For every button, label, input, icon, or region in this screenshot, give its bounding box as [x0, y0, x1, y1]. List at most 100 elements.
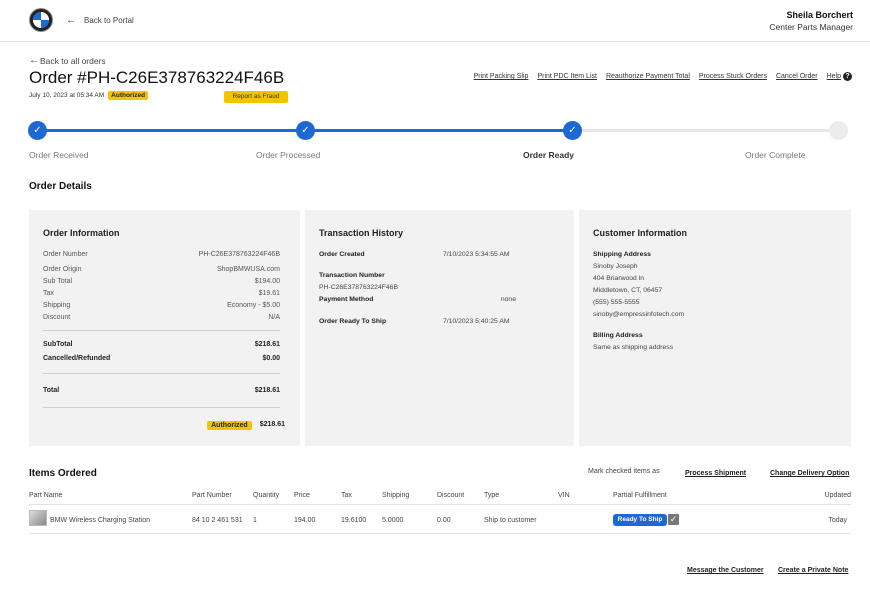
step-complete-pending-icon — [829, 121, 848, 140]
create-private-note-link[interactable]: Create a Private Note — [778, 567, 848, 574]
customer-information-title: Customer Information — [593, 228, 688, 238]
payment-method-label: Payment Method — [319, 296, 374, 303]
column-header-shipping: Shipping — [382, 492, 410, 499]
arrow-left-icon: ← — [66, 15, 76, 26]
item-checkbox[interactable]: ✓ — [668, 514, 679, 525]
info-value: Economy - $5.00 — [227, 302, 280, 309]
bmw-logo-icon[interactable] — [29, 8, 53, 32]
info-row: Tax $19.61 — [43, 290, 280, 297]
cell-type: Ship to customer — [484, 517, 537, 524]
table-header-divider — [29, 504, 851, 505]
reauthorize-payment-link[interactable]: Reauthorize Payment Total — [606, 73, 690, 80]
back-to-portal-link[interactable]: ← Back to Portal — [66, 15, 134, 26]
info-label: Discount — [43, 314, 71, 321]
info-row: Discount N/A — [43, 314, 280, 321]
cell-price: 194.00 — [294, 517, 316, 524]
order-actions: Print Packing Slip Print PDC Item List R… — [474, 72, 852, 81]
shipping-address-label: Shipping Address — [593, 251, 651, 258]
column-header-updated: Updated — [824, 492, 851, 499]
cell-part-name[interactable]: BMW Wireless Charging Station — [50, 517, 150, 524]
progress-line-pending — [573, 129, 838, 132]
report-fraud-button[interactable]: Report as Fraud — [224, 91, 288, 103]
cancel-order-link[interactable]: Cancel Order — [776, 73, 818, 80]
status-badge: Authorized — [108, 91, 149, 100]
help-icon: ? — [843, 72, 852, 81]
order-information-panel: Order Information Order Number PH-C26E378… — [29, 210, 300, 446]
step-ready-check-icon: ✓ — [563, 121, 582, 140]
order-created-value: 7/10/2023 5:34:55 AM — [443, 251, 510, 258]
step-label-complete: Order Complete — [745, 150, 806, 160]
order-details-title: Order Details — [29, 181, 92, 192]
product-thumbnail — [29, 510, 47, 526]
info-label: Order Origin — [43, 266, 82, 273]
info-label: Tax — [43, 290, 54, 297]
subtotal-value: $218.61 — [254, 341, 280, 348]
info-label: Sub Total — [43, 278, 73, 285]
subtotal-label: SubTotal — [43, 341, 73, 348]
step-received-check-icon: ✓ — [28, 121, 47, 140]
cancelled-label: Cancelled/Refunded — [43, 355, 111, 362]
process-shipment-link[interactable]: Process Shipment — [685, 470, 746, 477]
order-information-title: Order Information — [43, 228, 120, 238]
change-delivery-option-link[interactable]: Change Delivery Option — [770, 470, 849, 477]
divider — [43, 373, 280, 374]
customer-phone: (555) 555-5555 — [593, 299, 640, 306]
cell-tax: 19.6100 — [341, 517, 367, 524]
top-bar: ← Back to Portal Sheila Borchert Center … — [0, 0, 870, 42]
total-value: $218.61 — [254, 387, 280, 394]
info-row: Order Origin ShopBMWUSA.com — [43, 266, 280, 273]
order-ready-value: 7/10/2023 5:40:25 AM — [443, 318, 510, 325]
divider — [43, 407, 280, 408]
column-header-vin: VIN — [558, 492, 570, 499]
cell-discount: 0.00 — [437, 517, 451, 524]
help-label: Help — [826, 73, 841, 80]
divider — [43, 330, 280, 331]
print-pdc-item-list-link[interactable]: Print PDC Item List — [537, 73, 597, 80]
transaction-history-title: Transaction History — [319, 228, 404, 238]
info-value: ShopBMWUSA.com — [216, 266, 280, 273]
payment-method-value: none — [500, 296, 516, 303]
back-to-orders-link[interactable]: ← Back to all orders — [29, 55, 106, 66]
print-packing-slip-link[interactable]: Print Packing Slip — [474, 73, 529, 80]
order-ready-label: Order Ready To Ship — [319, 318, 387, 325]
authorized-amount: $218.61 — [259, 421, 285, 428]
info-value: $194.00 — [254, 278, 280, 285]
transaction-number-value: PH-C26E378763224F46B — [319, 284, 398, 291]
authorized-row: Authorized $218.61 — [43, 421, 285, 430]
transaction-number-label: Transaction Number — [319, 272, 385, 279]
customer-information-panel: Customer Information Shipping Address Si… — [579, 210, 851, 446]
subtotal-row: SubTotal $218.61 — [43, 341, 280, 348]
customer-street: 404 Briarwood ln — [593, 275, 645, 282]
cancelled-row: Cancelled/Refunded $0.00 — [43, 355, 280, 362]
customer-name: Sinoby Joseph — [593, 263, 638, 270]
customer-city: Middletown, CT, 06457 — [593, 287, 663, 294]
info-label: Shipping — [43, 302, 71, 309]
transaction-history-panel: Transaction History Order Created 7/10/2… — [305, 210, 574, 446]
cell-part-number: 84 10 2 461 531 — [192, 517, 243, 524]
cell-quantity: 1 — [253, 517, 257, 524]
items-ordered-title: Items Ordered — [29, 468, 97, 479]
customer-email: sinoby@empressinfotech.com — [593, 311, 685, 318]
step-label-received: Order Received — [29, 150, 89, 160]
order-date: July 10, 2023 at 05:34 AM — [29, 92, 105, 99]
column-header-type: Type — [484, 492, 500, 499]
column-header-quantity: Quantity — [253, 492, 280, 499]
step-processed-check-icon: ✓ — [296, 121, 315, 140]
table-row-divider — [29, 533, 851, 534]
info-value: $19.61 — [258, 290, 280, 297]
info-row: Order Number PH-C26E378763224F46B — [43, 251, 280, 258]
mark-checked-text: Mark checked items as — [588, 468, 660, 475]
column-header-part-name: Part Name — [29, 492, 63, 499]
ready-to-ship-button[interactable]: Ready To Ship — [613, 514, 667, 526]
total-label: Total — [43, 387, 60, 394]
message-customer-link[interactable]: Message the Customer — [687, 567, 764, 574]
cell-shipping: 5.0000 — [382, 517, 404, 524]
column-header-partial-fulfillment: Partial Fulfillment — [613, 492, 667, 499]
user-role: Center Parts Manager — [769, 22, 853, 32]
info-label: Order Number — [43, 251, 88, 258]
authorized-badge: Authorized — [207, 421, 252, 430]
column-header-tax: Tax — [341, 492, 352, 499]
help-link[interactable]: Help? — [827, 72, 852, 81]
process-stuck-orders-link[interactable]: Process Stuck Orders — [699, 73, 767, 80]
billing-address-label: Billing Address — [593, 332, 643, 339]
